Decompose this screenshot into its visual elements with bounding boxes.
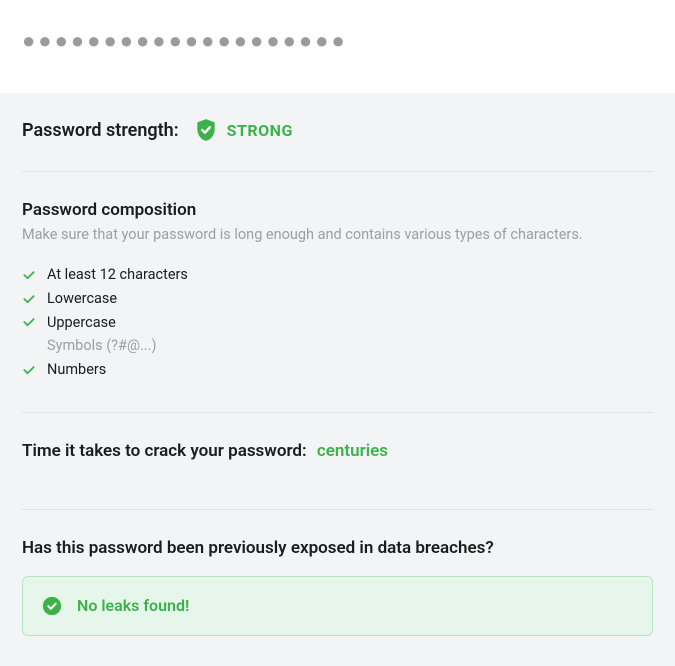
check-circle-icon [41,595,63,617]
criteria-item: Symbols (?#@...) [22,334,653,358]
password-input-section [0,0,675,93]
criteria-list: At least 12 charactersLowercaseUppercase… [22,263,653,382]
divider [22,412,653,413]
composition-title: Password composition [22,200,653,220]
strength-row: Password strength: STRONG [22,117,653,143]
criteria-item: Lowercase [22,287,653,311]
divider [22,171,653,172]
check-icon [22,315,36,329]
criteria-item: Uppercase [22,311,653,335]
crack-row: Time it takes to crack your password: ce… [22,441,653,461]
shield-check-icon [193,117,219,143]
criteria-label: At least 12 characters [47,264,188,286]
criteria-label: Symbols (?#@...) [47,335,157,357]
strength-label: Password strength: [22,120,179,141]
check-icon [22,292,36,306]
composition-subtext: Make sure that your password is long eno… [22,226,653,243]
criteria-item: Numbers [22,358,653,382]
crack-value: centuries [317,441,388,461]
crack-label: Time it takes to crack your password: [22,441,307,461]
breach-result-text: No leaks found! [77,596,189,615]
password-input[interactable] [22,28,653,53]
breach-result-box: No leaks found! [22,576,653,636]
breach-title: Has this password been previously expose… [22,538,653,558]
check-icon [22,363,36,377]
check-icon [22,339,36,353]
check-icon [22,268,36,282]
evaluation-section: Password strength: STRONG Password compo… [0,93,675,666]
criteria-item: At least 12 characters [22,263,653,287]
criteria-label: Numbers [47,359,106,381]
strength-value: STRONG [227,121,293,140]
criteria-label: Uppercase [47,312,116,334]
strength-badge: STRONG [193,117,293,143]
divider [22,509,653,510]
criteria-label: Lowercase [47,288,117,310]
